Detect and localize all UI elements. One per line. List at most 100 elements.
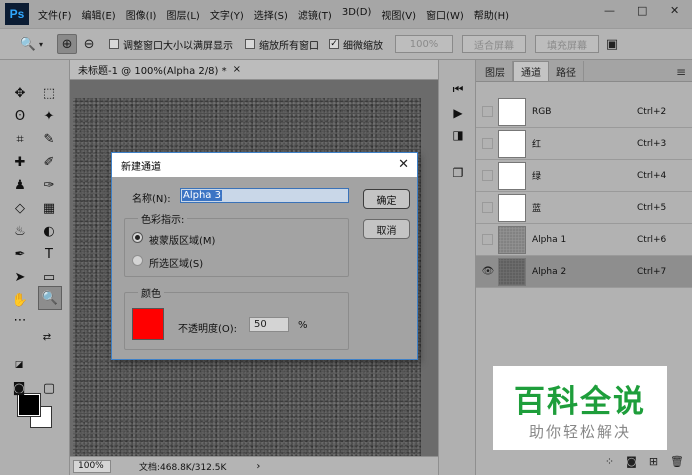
fill-screen-button[interactable]: 填充屏幕 xyxy=(535,35,600,53)
dodge-tool-icon[interactable]: ◐ xyxy=(38,221,60,241)
rectangle-tool-icon[interactable]: ▭ xyxy=(38,267,60,287)
clone-source-icon[interactable]: ❐ xyxy=(448,164,468,182)
zoom-all-windows-option[interactable]: 缩放所有窗口 xyxy=(245,37,319,52)
minimize-button[interactable]: — xyxy=(604,4,615,17)
path-selection-tool-icon[interactable]: ➤ xyxy=(9,267,31,287)
cancel-button[interactable]: 取消 xyxy=(363,219,410,239)
menu-type[interactable]: 文字(Y) xyxy=(210,7,244,22)
maximize-button[interactable]: □ xyxy=(637,4,647,17)
history-brush-tool-icon[interactable]: ✑ xyxy=(38,175,60,195)
zoom-tool-icon[interactable]: 🔍 xyxy=(38,286,62,310)
fit-screen-button[interactable]: 适合屏幕 xyxy=(462,35,527,53)
channel-thumbnail xyxy=(498,129,526,158)
visibility-toggle[interactable] xyxy=(482,234,493,245)
channel-name-input[interactable]: Alpha 3 xyxy=(180,188,349,203)
close-window-button[interactable]: ✕ xyxy=(670,4,679,17)
document-tab[interactable]: 未标题-1 @ 100%(Alpha 2/8) * × xyxy=(70,60,438,80)
preset-dropdown-icon[interactable]: ▾ xyxy=(39,40,43,49)
selected-areas-label[interactable]: 所选区域(S) xyxy=(149,255,203,270)
resize-windows-option[interactable]: 调整窗口大小以满屏显示 xyxy=(109,37,233,52)
document-size-info[interactable]: 文档:468.8K/312.5K xyxy=(139,460,226,473)
menu-layer[interactable]: 图层(L) xyxy=(166,7,199,22)
ok-button[interactable]: 确定 xyxy=(363,189,410,209)
move-tool-icon[interactable]: ✥ xyxy=(9,83,31,103)
menu-select[interactable]: 选择(S) xyxy=(254,7,288,22)
scrubby-zoom-checkbox[interactable]: ✓ xyxy=(329,39,340,49)
menu-filter[interactable]: 滤镜(T) xyxy=(298,7,332,22)
magic-wand-tool-icon[interactable]: ✦ xyxy=(38,106,60,126)
channel-thumbnail xyxy=(498,193,526,222)
type-tool-icon[interactable]: T xyxy=(38,244,60,264)
marquee-tool-icon[interactable]: ⬚ xyxy=(38,83,60,103)
selected-areas-radio[interactable] xyxy=(132,255,143,266)
menu-edit[interactable]: 编辑(E) xyxy=(82,7,116,22)
properties-panel-icon[interactable]: ◨ xyxy=(448,126,468,144)
watermark-subtitle: 助你轻松解决 xyxy=(528,423,631,441)
tab-paths[interactable]: 路径 xyxy=(549,61,584,81)
channel-row-blue[interactable]: 蓝 Ctrl+5 xyxy=(476,192,692,224)
visibility-toggle[interactable] xyxy=(482,138,493,149)
workspace-icon[interactable]: ▣ xyxy=(602,34,622,54)
new-channel-icon[interactable]: ⊞ xyxy=(649,455,658,468)
menu-image[interactable]: 图像(I) xyxy=(126,7,157,22)
channel-shortcut: Ctrl+4 xyxy=(637,170,667,181)
clone-stamp-tool-icon[interactable]: ♟ xyxy=(9,175,31,195)
default-colors-icon[interactable]: ◪ xyxy=(12,359,26,371)
save-selection-icon[interactable]: ◙ xyxy=(626,455,637,468)
menu-file[interactable]: 文件(F) xyxy=(38,7,72,22)
zoom-in-icon[interactable]: ⊕ xyxy=(57,34,78,54)
panel-menu-icon[interactable]: ≡ xyxy=(676,65,686,79)
brush-tool-icon[interactable]: ✐ xyxy=(38,152,60,172)
blur-tool-icon[interactable]: ♨ xyxy=(9,221,31,241)
channel-shortcut: Ctrl+7 xyxy=(637,266,667,277)
screen-mode-icon[interactable]: ▢ xyxy=(38,378,60,398)
eraser-tool-icon[interactable]: ◇ xyxy=(9,198,31,218)
percent-100-button[interactable]: 100% xyxy=(395,35,454,53)
quick-mask-icon[interactable]: ◙ xyxy=(8,378,30,398)
pen-tool-icon[interactable]: ✒ xyxy=(9,244,31,264)
dialog-close-icon[interactable]: ✕ xyxy=(398,157,409,172)
visibility-toggle[interactable] xyxy=(482,106,493,117)
history-panel-icon[interactable]: ⏮ xyxy=(448,80,468,98)
visibility-toggle[interactable] xyxy=(482,202,493,213)
masked-areas-radio[interactable] xyxy=(132,232,143,243)
menu-3d[interactable]: 3D(D) xyxy=(342,7,372,22)
swap-colors-icon[interactable]: ⇄ xyxy=(40,331,54,343)
crop-tool-icon[interactable]: ⌗ xyxy=(9,129,31,149)
lasso-tool-icon[interactable]: ʘ xyxy=(9,106,31,126)
channel-row-green[interactable]: 绿 Ctrl+4 xyxy=(476,160,692,192)
scrubby-zoom-option[interactable]: ✓ 细微缩放 xyxy=(329,37,383,52)
actions-play-icon[interactable]: ▶ xyxy=(448,104,468,122)
menu-window[interactable]: 窗口(W) xyxy=(426,7,464,22)
tab-channels[interactable]: 通道 xyxy=(513,61,549,81)
gradient-tool-icon[interactable]: ▦ xyxy=(38,198,60,218)
channel-row-rgb[interactable]: RGB Ctrl+2 xyxy=(476,96,692,128)
delete-channel-icon[interactable]: 🗑 xyxy=(670,455,684,468)
status-menu-arrow-icon[interactable]: › xyxy=(256,461,260,472)
healing-brush-tool-icon[interactable]: ✚ xyxy=(9,152,31,172)
visibility-toggle[interactable] xyxy=(482,170,493,181)
zoom-out-icon[interactable]: ⊖ xyxy=(79,34,99,54)
masked-areas-label[interactable]: 被蒙版区域(M) xyxy=(149,232,215,247)
eyedropper-tool-icon[interactable]: ✎ xyxy=(38,129,60,149)
scrubby-zoom-label: 细微缩放 xyxy=(343,40,384,52)
photoshop-logo: Ps xyxy=(5,3,29,25)
opacity-input[interactable]: 50 xyxy=(249,317,289,332)
resize-windows-checkbox[interactable] xyxy=(109,39,120,49)
hand-tool-icon[interactable]: ✋ xyxy=(9,290,31,310)
tab-layers[interactable]: 图层 xyxy=(478,61,513,81)
more-tools-icon[interactable]: ⋯ xyxy=(9,310,31,330)
menu-help[interactable]: 帮助(H) xyxy=(474,7,509,22)
dialog-body: 名称(N): Alpha 3 确定 取消 色彩指示: 被蒙版区域(M) 所选区域… xyxy=(112,177,417,361)
channel-row-alpha-2[interactable]: 👁 Alpha 2 Ctrl+7 xyxy=(476,256,692,288)
zoom-all-checkbox[interactable] xyxy=(245,39,256,49)
channel-row-alpha-1[interactable]: Alpha 1 Ctrl+6 xyxy=(476,224,692,256)
document-tab-close-icon[interactable]: × xyxy=(233,64,241,75)
eye-icon[interactable]: 👁 xyxy=(480,266,496,278)
menu-view[interactable]: 视图(V) xyxy=(381,7,416,22)
zoom-level-field[interactable]: 100% xyxy=(73,459,111,473)
zoom-tool-preset-icon[interactable]: 🔍 xyxy=(18,34,38,54)
mask-color-swatch[interactable] xyxy=(132,308,164,340)
channel-row-red[interactable]: 红 Ctrl+3 xyxy=(476,128,692,160)
load-selection-icon[interactable]: ⁘ xyxy=(605,455,614,468)
